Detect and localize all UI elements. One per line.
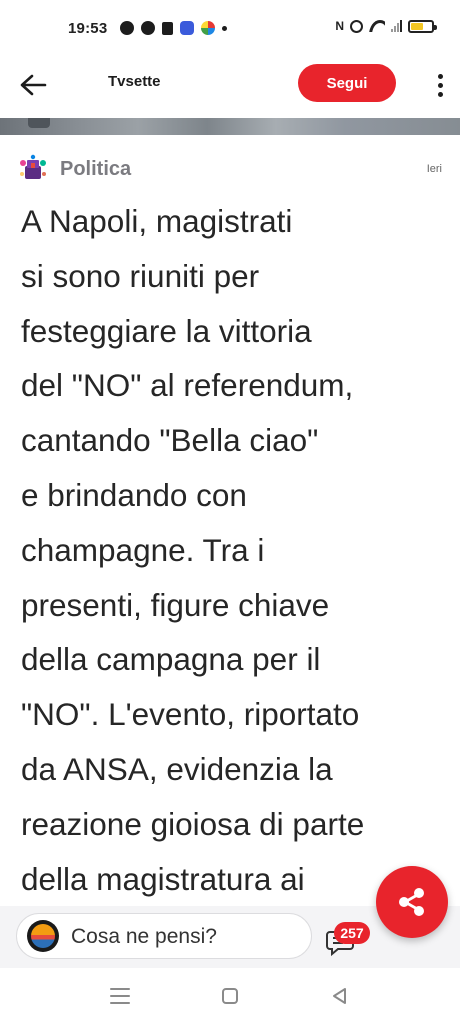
status-bar: 19:53 N (0, 0, 460, 58)
article-body: A Napoli, magistrati si sono riuniti per… (21, 194, 446, 906)
home-button[interactable] (222, 988, 238, 1004)
article-text-line: si sono riuniti per (21, 257, 260, 294)
politics-category-icon (20, 154, 46, 179)
battery-level (411, 22, 423, 30)
avatar (27, 920, 59, 952)
messenger-icon (141, 21, 155, 35)
article-text-line: della campagna per il (21, 641, 321, 678)
article-meta: Politica Ieri (18, 152, 442, 188)
multicolor-app-icon (201, 21, 215, 35)
status-system-icons: N (335, 19, 437, 33)
article-text-line: presenti, figure chiave (21, 586, 330, 623)
status-notification-icons (120, 21, 227, 35)
app-icon (180, 21, 194, 35)
recent-apps-button[interactable] (110, 988, 130, 1004)
alarm-icon (350, 19, 363, 33)
publish-date: Ieri (426, 163, 442, 175)
notification-app-icon (120, 21, 134, 35)
source-title[interactable]: Tvsette (108, 73, 161, 90)
article-text-line: reazione gioiosa di parte (21, 805, 365, 842)
article-text-line: da ANSA, evidenzia la (21, 750, 333, 787)
dot-icon (222, 25, 227, 31)
system-nav-bar (0, 968, 460, 1024)
article-image[interactable] (0, 118, 460, 135)
comment-count-badge[interactable]: 257 (334, 922, 370, 944)
article-text-line: del "NO" al referendum, (21, 367, 354, 404)
article-text-line: champagne. Tra i (21, 531, 265, 568)
comment-input[interactable]: Cosa ne pensi? (16, 913, 312, 959)
status-time: 19:53 (68, 20, 108, 37)
arrow-left-icon (20, 74, 47, 96)
article-text-line: e brindando con (21, 476, 247, 513)
comment-placeholder: Cosa ne pensi? (71, 925, 217, 948)
follow-button[interactable]: Segui (298, 64, 396, 102)
wifi-icon (369, 20, 385, 32)
share-button[interactable] (376, 866, 448, 938)
battery-icon (408, 19, 437, 33)
nfc-icon: N (335, 19, 344, 33)
article-text-line: "NO". L'evento, riportato (21, 696, 360, 733)
article-text-line: cantando "Bella ciao" (21, 422, 319, 459)
share-icon (399, 888, 424, 916)
back-button[interactable] (14, 66, 52, 104)
trash-icon (162, 21, 173, 35)
nav-back-button[interactable] (330, 986, 350, 1006)
article-text-line: A Napoli, magistrati (21, 203, 293, 239)
more-vertical-icon (437, 73, 443, 79)
more-options-button[interactable] (428, 66, 452, 104)
category-label[interactable]: Politica (60, 158, 131, 181)
app-bar: Tvsette Segui (0, 58, 460, 114)
article-text-line: festeggiare la vittoria (21, 312, 312, 349)
signal-icon (391, 20, 402, 32)
